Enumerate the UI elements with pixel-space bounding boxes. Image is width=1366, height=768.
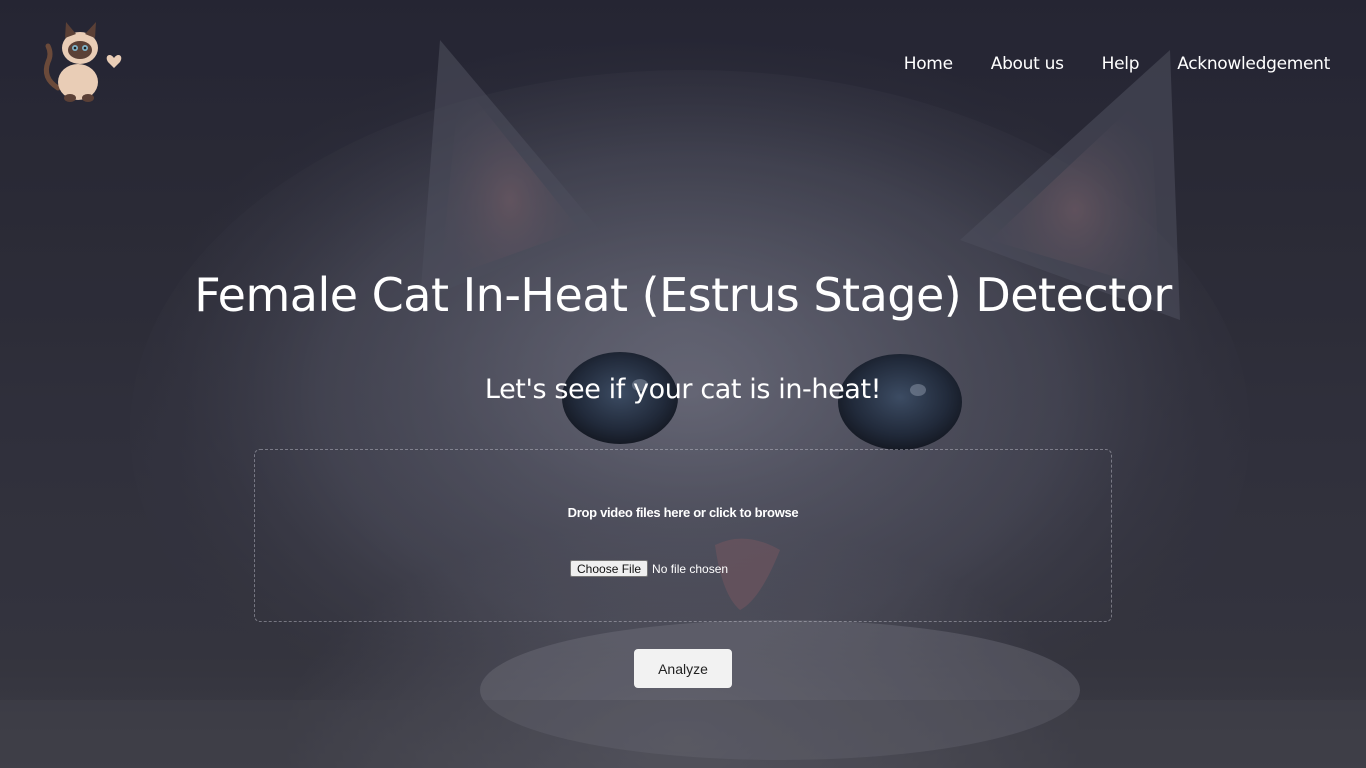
file-input[interactable]: Choose File No file chosen <box>570 560 728 577</box>
file-status: No file chosen <box>652 561 729 576</box>
page: Home About us Help Acknowledgement Femal… <box>0 0 1366 768</box>
video-dropzone[interactable]: Drop video files here or click to browse… <box>254 449 1112 622</box>
logo[interactable] <box>36 18 128 104</box>
nav-item-home[interactable]: Home <box>904 54 953 74</box>
top-nav: Home About us Help Acknowledgement <box>904 54 1331 74</box>
nav-item-help[interactable]: Help <box>1102 54 1140 74</box>
nav-item-acknowledgement[interactable]: Acknowledgement <box>1177 54 1330 74</box>
dropzone-label: Drop video files here or click to browse <box>567 505 799 520</box>
analyze-button[interactable]: Analyze <box>634 649 732 688</box>
page-subtitle: Let's see if your cat is in-heat! <box>484 374 882 405</box>
choose-file-button[interactable]: Choose File <box>570 560 649 577</box>
page-title: Female Cat In-Heat (Estrus Stage) Detect… <box>194 268 1172 322</box>
nav-item-about-us[interactable]: About us <box>991 54 1064 74</box>
cat-mascot-icon <box>43 22 122 102</box>
